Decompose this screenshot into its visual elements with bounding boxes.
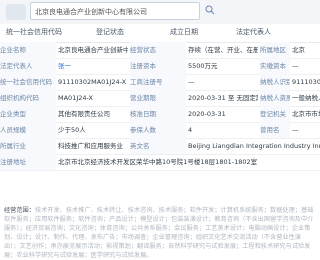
row-label-3: 实缴资本 [260, 58, 290, 74]
row-label: 法定代表人 [0, 58, 56, 74]
tab-uscc[interactable]: 统一社会信用代码 [6, 27, 62, 37]
search-input[interactable]: 北京良电通合产业创新中心有限公司 [30, 2, 200, 20]
tab-legal[interactable]: 法定代表人 [236, 27, 271, 37]
row-label: 统一社会信用代码 [0, 74, 56, 90]
row-value-2: — [188, 78, 195, 86]
table-row: 法定代表人 张一 注册资本 5500万元 实缴资本 — [0, 58, 320, 75]
row-value-3: 北京市市场监督管理局 [292, 110, 320, 118]
row-value: MA01J24-X [58, 94, 93, 102]
row-label: 人员规模 [0, 122, 56, 138]
search-icon[interactable] [205, 5, 215, 15]
business-scope-label: 经营范围 [4, 207, 29, 214]
row-label-2: 参保人数 [130, 122, 186, 138]
row-value: 少于50人 [58, 126, 86, 134]
row-value-3: 91110302MA01J24-X [292, 78, 320, 86]
tab-status[interactable]: 登记状态 [96, 27, 124, 37]
row-label-3: 登记机关 [260, 106, 290, 122]
row-value-3: — [292, 126, 299, 134]
row-label-2: 核准日期 [130, 106, 186, 122]
tab-date[interactable]: 成立日期 [170, 27, 198, 37]
row-label: 所属行业 [0, 138, 56, 154]
table-row: 注册地址 北京市北京经济技术开发区荣华中路10号院1号楼18层1801-1802… [0, 154, 320, 171]
info-table: 企业名称 北京良电通合产业创新中心有限公司 经营状态 存续（在营、开业、在册） … [0, 42, 320, 202]
row-label-3: 纳税人识别号 [260, 74, 290, 90]
row-value-3: — [292, 62, 299, 70]
row-label-2: 工商注册号 [130, 74, 186, 90]
table-row: 人员规模 少于50人 参保人数 4 曾用名 — [0, 122, 320, 139]
top-bar: 北京良电通合产业创新中心有限公司 [0, 0, 320, 24]
row-value: 91110302MA01J24-X [58, 78, 127, 86]
row-label-3: 所属地区 [260, 42, 290, 58]
row-value-2: 5500万元 [188, 62, 218, 70]
row-value: 其他有限责任公司 [58, 110, 110, 118]
row-label-2: 经营状态 [130, 42, 186, 58]
app-logo [6, 4, 26, 20]
row-label-3: 纳税人资质 [260, 90, 290, 106]
table-row: 企业名称 北京良电通合产业创新中心有限公司 经营状态 存续（在营、开业、在册） … [0, 42, 320, 59]
row-label-2: 注册资本 [130, 58, 186, 74]
row-value-2: 2020-03-31 [188, 110, 226, 118]
table-row: 组织机构代码 MA01J24-X 营业期限 2020-03-31 至 无固定期限… [0, 90, 320, 107]
register-address: 北京市北京经济技术开发区荣华中路10号院1号楼18层1801-1802室 [58, 158, 258, 166]
row-label: 企业类型 [0, 106, 56, 122]
legal-rep-link[interactable]: 张一 [58, 58, 128, 74]
table-row: 企业类型 其他有限责任公司 核准日期 2020-03-31 登记机关 北京市市场… [0, 106, 320, 123]
business-scope: 经营范围：技术开发、技术推广、技术转让、技术咨询、技术服务；软件开发；计算机系统… [4, 207, 314, 259]
tab-bar: 统一社会信用代码 登记状态 成立日期 法定代表人 [0, 24, 320, 43]
row-value-2: 2020-03-31 至 无固定期限 [188, 94, 258, 102]
row-label: 组织机构代码 [0, 90, 56, 106]
row-value: 北京良电通合产业创新中心有限公司 [58, 46, 128, 54]
table-row: 统一社会信用代码 91110302MA01J24-X 工商注册号 — 纳税人识别… [0, 74, 320, 91]
table-row: 所属行业 科技推广和应用服务业 英文名 Beijing Liangdian In… [0, 138, 320, 155]
row-value-3: 一般纳税人 [292, 94, 320, 102]
row-value-2: 存续（在营、开业、在册） [188, 46, 258, 54]
english-name: Beijing Liangdian Integration Industry I… [188, 142, 320, 150]
row-label-3: 曾用名 [260, 122, 290, 138]
business-scope-text: 技术开发、技术推广、技术转让、技术咨询、技术服务；软件开发；计算机系统服务；数据… [4, 207, 314, 259]
row-label-2: 营业期限 [130, 90, 186, 106]
row-value: 科技推广和应用服务业 [58, 142, 123, 150]
row-label: 企业名称 [0, 42, 56, 58]
row-label-2: 英文名 [130, 138, 186, 154]
row-value-2: 4 [188, 126, 193, 134]
row-label: 注册地址 [0, 154, 56, 170]
row-value-3: 北京 [292, 46, 305, 54]
